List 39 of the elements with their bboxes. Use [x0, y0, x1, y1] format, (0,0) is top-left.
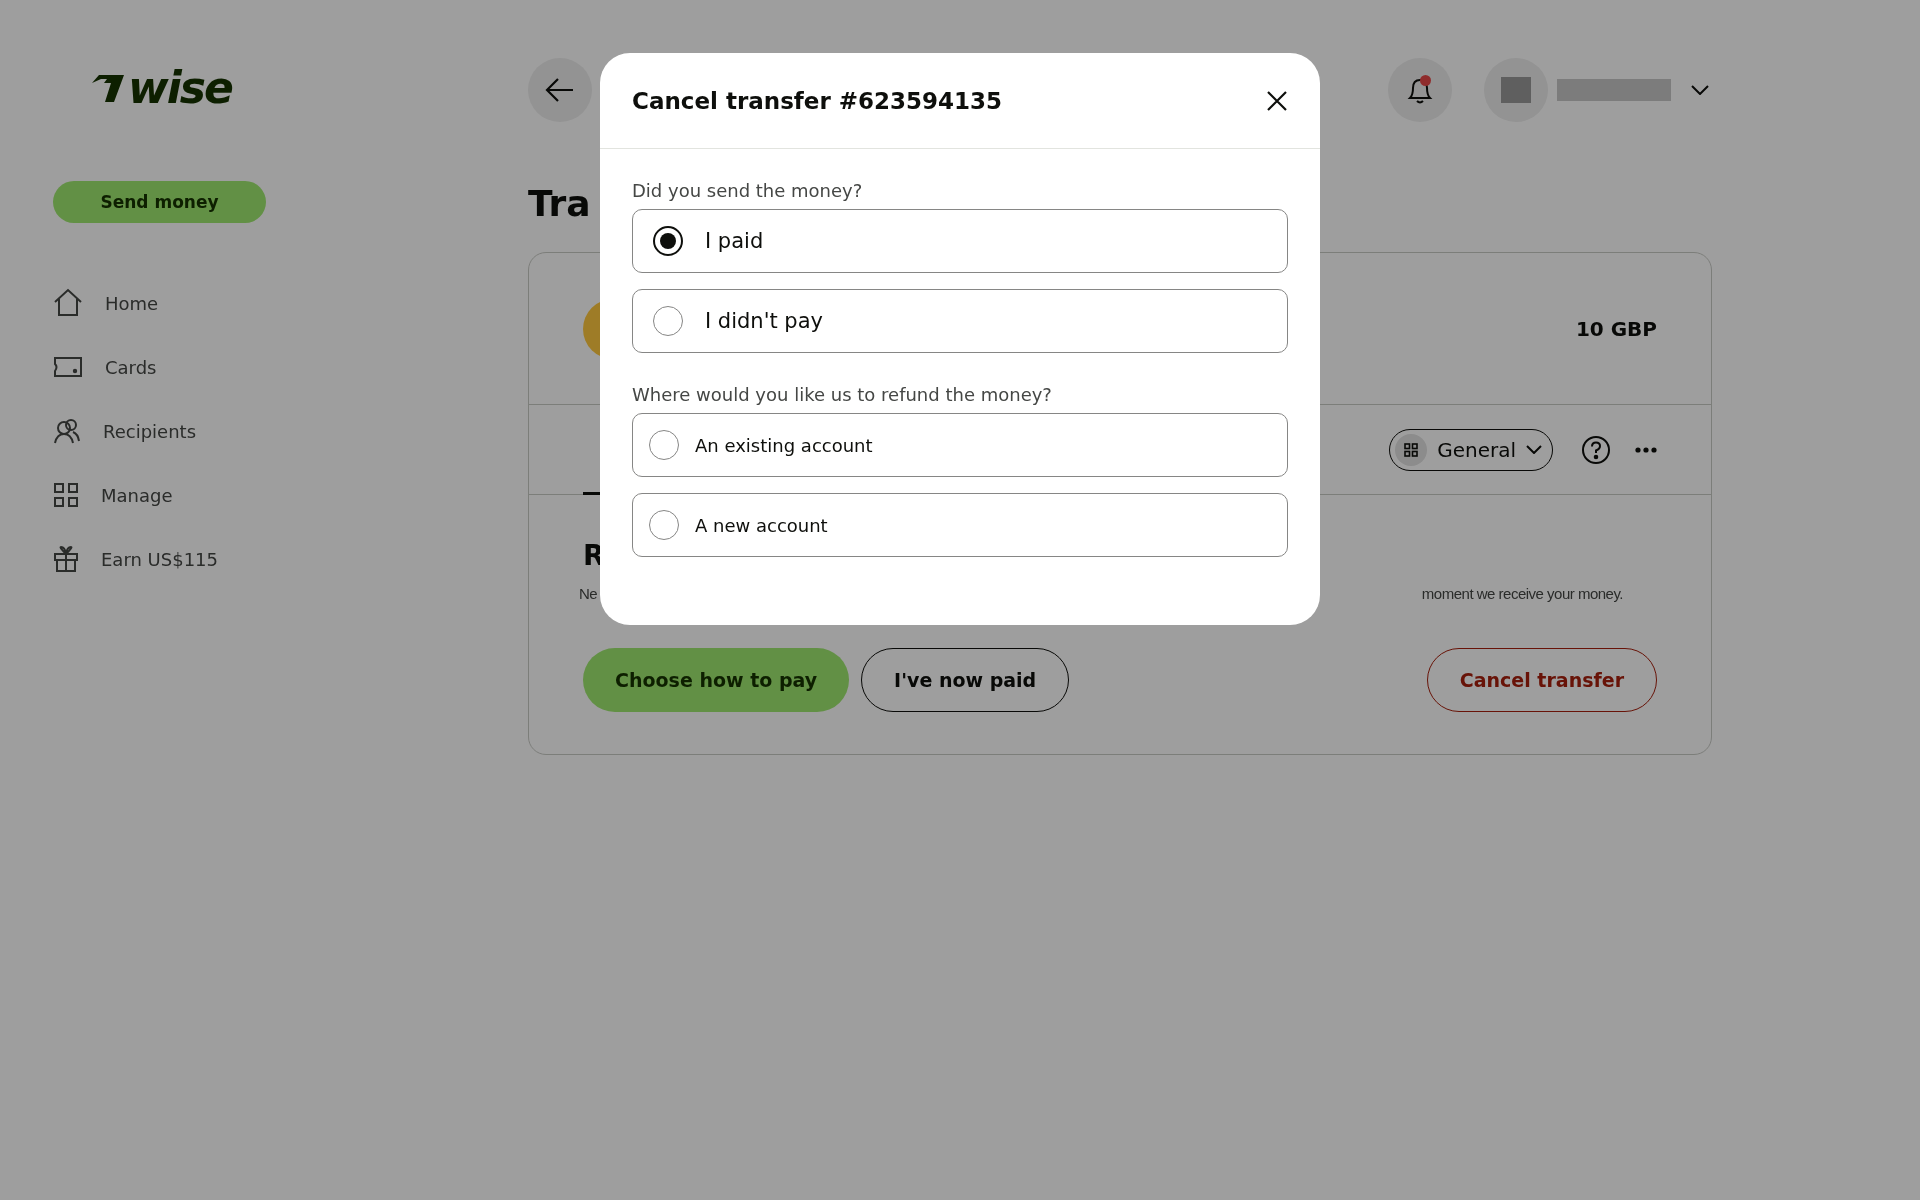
- send-money-button[interactable]: Send money: [53, 181, 266, 223]
- transfer-amount: 10 GBP: [1575, 316, 1657, 341]
- more-icon: [1635, 446, 1657, 453]
- logo[interactable]: wise: [128, 66, 232, 110]
- help-icon: [1581, 434, 1611, 465]
- cancel-transfer-button[interactable]: Cancel transfer: [1426, 648, 1657, 712]
- choose-how-to-pay-button[interactable]: Choose how to pay: [583, 648, 850, 712]
- back-arrow-icon: [545, 77, 575, 103]
- grid-icon: [53, 482, 79, 508]
- dialog-title: Cancel transfer #623594135: [632, 87, 1003, 114]
- nav-item[interactable]: Manage: [53, 479, 528, 511]
- help-button[interactable]: [1581, 434, 1611, 465]
- chevron-down-icon[interactable]: [1691, 85, 1709, 95]
- radio-option[interactable]: A new account: [632, 493, 1288, 557]
- page-title: Tra: [528, 182, 591, 226]
- logo-icon: [90, 73, 126, 103]
- nav-item[interactable]: Earn US$115: [53, 543, 528, 575]
- people-icon: [53, 417, 81, 445]
- nav-item[interactable]: Cards: [53, 351, 528, 383]
- radio-option[interactable]: An existing account: [632, 413, 1288, 477]
- radio-option[interactable]: I didn't pay: [632, 289, 1288, 353]
- view-dropdown[interactable]: General: [1389, 428, 1553, 471]
- avatar-icon: [1501, 77, 1531, 103]
- description-text: Ne: [579, 585, 598, 602]
- nav-item[interactable]: Recipients: [53, 415, 528, 447]
- nav-item[interactable]: Home: [53, 287, 528, 319]
- chevron-down-icon: [1526, 445, 1542, 454]
- radio-option[interactable]: I paid: [632, 209, 1288, 273]
- description-text: moment we receive your money.: [1421, 585, 1623, 602]
- more-button[interactable]: [1635, 446, 1657, 453]
- close-icon[interactable]: [1266, 89, 1288, 112]
- question-label: Where would you like us to refund the money?: [632, 383, 1053, 407]
- card-icon: [53, 356, 83, 378]
- gift-icon: [53, 545, 79, 573]
- paid-button[interactable]: I've now paid: [861, 648, 1070, 712]
- radio-button[interactable]: [653, 226, 683, 256]
- question-label: Did you send the money?: [632, 179, 864, 203]
- grid-icon: [1404, 442, 1419, 457]
- home-icon: [53, 288, 83, 318]
